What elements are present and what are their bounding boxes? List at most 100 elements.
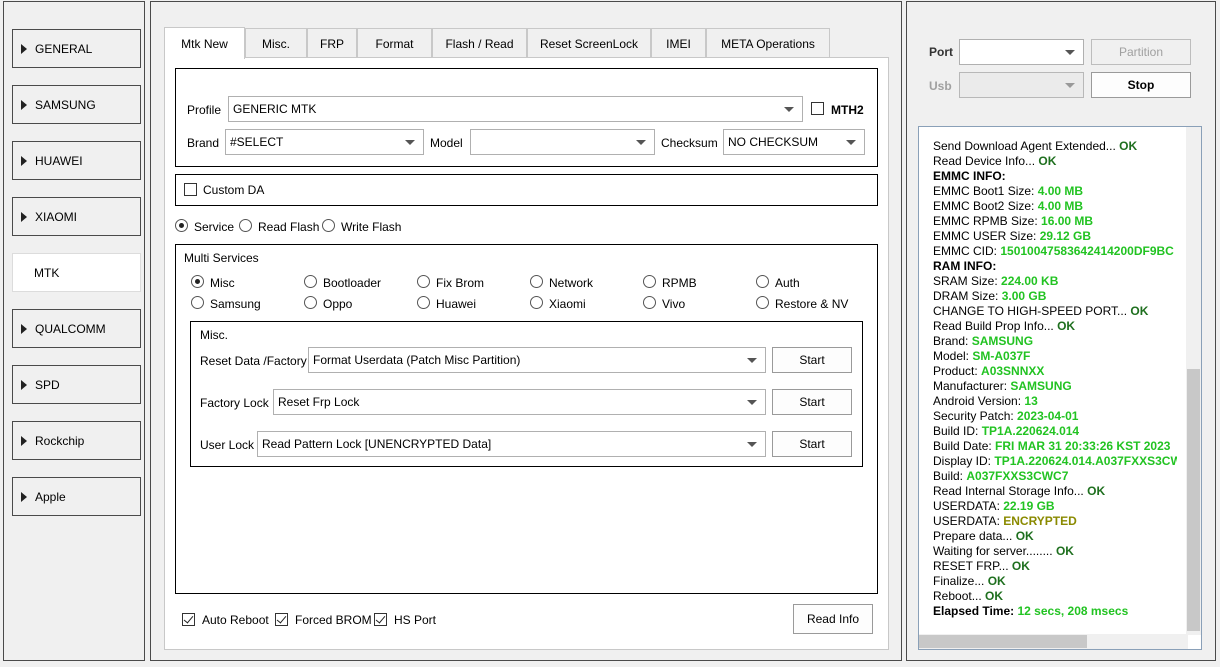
write-flash-radio[interactable] <box>322 219 335 232</box>
auth-radio[interactable] <box>756 275 769 288</box>
triangle-right-icon <box>21 379 27 390</box>
misc-group-title: Misc. <box>200 328 228 342</box>
sidebar-item-label: XIAOMI <box>35 209 78 224</box>
chevron-down-icon <box>636 140 646 145</box>
horizontal-scrollbar[interactable] <box>919 634 1188 649</box>
device-panel: Port Partition Usb Stop Send Download Ag… <box>906 1 1216 661</box>
port-select[interactable] <box>959 39 1084 65</box>
rpmb-radio[interactable] <box>643 275 656 288</box>
mth2-checkbox[interactable] <box>811 102 824 115</box>
huawei-radio[interactable] <box>417 296 430 309</box>
hs-port-checkbox[interactable] <box>374 613 387 626</box>
log-line-value: OK <box>1015 529 1034 543</box>
vertical-scrollbar[interactable] <box>1186 127 1201 635</box>
network-radio[interactable] <box>530 275 543 288</box>
tab-misc[interactable]: Misc. <box>245 28 307 58</box>
checksum-select[interactable]: NO CHECKSUM <box>723 129 865 155</box>
sidebar-item-apple[interactable]: Apple <box>12 477 141 516</box>
restore-nv-radio[interactable] <box>756 296 769 309</box>
start-label: Start <box>799 395 825 409</box>
vivo-radio[interactable] <box>643 296 656 309</box>
read-flash-radio[interactable] <box>239 219 252 232</box>
xiaomi-radio[interactable] <box>530 296 543 309</box>
sidebar-item-label: SPD <box>35 377 60 392</box>
service-radio[interactable] <box>175 219 188 232</box>
partition-button[interactable]: Partition <box>1091 39 1191 65</box>
user-lock-label: User Lock <box>200 438 255 452</box>
reset-data-value: Format Userdata (Patch Misc Partition) <box>313 353 521 367</box>
log-line-label: Reboot... <box>933 589 986 603</box>
multi-services-title: Multi Services <box>184 251 259 265</box>
log-line-label: EMMC Boot2 Size: <box>933 199 1038 213</box>
log-line-label: Build Date: <box>933 439 996 453</box>
log-line: Build Date: FRI MAR 31 20:33:26 KST 2023 <box>933 439 1177 454</box>
auto-reboot-checkbox[interactable] <box>182 613 195 626</box>
tab-reset-screenlock[interactable]: Reset ScreenLock <box>527 28 651 58</box>
factory-lock-label: Factory Lock <box>200 396 269 410</box>
sidebar-item-spd[interactable]: SPD <box>12 365 141 404</box>
log-line-label: EMMC USER Size: <box>933 229 1040 243</box>
user-lock-start-button[interactable]: Start <box>772 431 852 457</box>
log-line-label: Display ID: <box>933 454 995 468</box>
log-output[interactable]: Send Download Agent Extended... OK Read D… <box>918 126 1202 650</box>
hs-port-label: HS Port <box>394 613 437 627</box>
sidebar-item-qualcomm[interactable]: QUALCOMM <box>12 309 141 348</box>
tab-meta-operations[interactable]: META Operations <box>706 28 830 58</box>
tab-imei[interactable]: IMEI <box>651 28 706 58</box>
brand-label: Brand <box>187 136 220 150</box>
stop-label: Stop <box>1127 78 1155 92</box>
scrollbar-thumb[interactable] <box>919 635 1087 648</box>
fix-brom-label: Fix Brom <box>436 276 484 290</box>
log-line-label: CHANGE TO HIGH-SPEED PORT... <box>933 304 1131 318</box>
samsung-label: Samsung <box>210 297 261 311</box>
factory-lock-select[interactable]: Reset Frp Lock <box>273 389 766 415</box>
tab-label: Format <box>375 36 414 51</box>
usb-select[interactable] <box>959 72 1084 98</box>
custom-da-checkbox[interactable] <box>184 183 197 196</box>
log-line: USERDATA: ENCRYPTED <box>933 514 1177 529</box>
model-select[interactable] <box>470 129 655 155</box>
log-line-value: OK <box>1119 139 1138 153</box>
log-line-label: Prepare data... <box>933 529 1016 543</box>
log-line-label: EMMC RPMB Size: <box>933 214 1042 228</box>
sidebar-item-mtk[interactable]: MTK <box>12 253 141 292</box>
oppo-radio[interactable] <box>304 296 317 309</box>
tab-format[interactable]: Format <box>357 28 432 58</box>
auth-label: Auth <box>775 276 800 290</box>
user-lock-select[interactable]: Read Pattern Lock [UNENCRYPTED Data] <box>257 431 766 457</box>
log-line-label: Manufacturer: <box>933 379 1011 393</box>
log-line-label: Waiting for server........ <box>933 544 1056 558</box>
tab-frp[interactable]: FRP <box>307 28 357 58</box>
log-line: Read Build Prop Info... OK <box>933 319 1177 334</box>
reset-data-start-button[interactable]: Start <box>772 347 852 373</box>
sidebar-item-huawei[interactable]: HUAWEI <box>12 141 141 180</box>
factory-lock-start-button[interactable]: Start <box>772 389 852 415</box>
misc-radio[interactable] <box>191 275 204 288</box>
sidebar-item-samsung[interactable]: SAMSUNG <box>12 85 141 124</box>
tab-flash-read[interactable]: Flash / Read <box>432 28 527 58</box>
scrollbar-thumb[interactable] <box>1187 369 1200 631</box>
reset-data-select[interactable]: Format Userdata (Patch Misc Partition) <box>308 347 766 373</box>
log-line: Display ID: TP1A.220624.014.A037FXXS3CW <box>933 454 1177 469</box>
sidebar-item-xiaomi[interactable]: XIAOMI <box>12 197 141 236</box>
brand-select[interactable]: #SELECT <box>225 129 424 155</box>
bootloader-radio[interactable] <box>304 275 317 288</box>
read-info-button[interactable]: Read Info <box>793 604 873 634</box>
rpmb-label: RPMB <box>662 276 697 290</box>
profile-select[interactable]: GENERIC MTK <box>228 96 803 122</box>
forced-brom-label: Forced BROM <box>295 613 372 627</box>
triangle-right-icon <box>21 211 27 222</box>
stop-button[interactable]: Stop <box>1091 72 1191 98</box>
fix-brom-radio[interactable] <box>417 275 430 288</box>
tab-mtk-new[interactable]: Mtk New <box>164 27 245 59</box>
sidebar: GENERAL SAMSUNG HUAWEI XIAOMI MTK QUALCO… <box>3 1 145 661</box>
samsung-radio[interactable] <box>191 296 204 309</box>
log-line-label: SRAM Size: <box>933 274 1002 288</box>
forced-brom-checkbox[interactable] <box>275 613 288 626</box>
bootloader-label: Bootloader <box>323 276 382 290</box>
log-line: Build ID: TP1A.220624.014 <box>933 424 1177 439</box>
chevron-down-icon <box>747 358 757 363</box>
vivo-label: Vivo <box>662 297 686 311</box>
sidebar-item-general[interactable]: GENERAL <box>12 29 141 68</box>
sidebar-item-rockchip[interactable]: Rockchip <box>12 421 141 460</box>
